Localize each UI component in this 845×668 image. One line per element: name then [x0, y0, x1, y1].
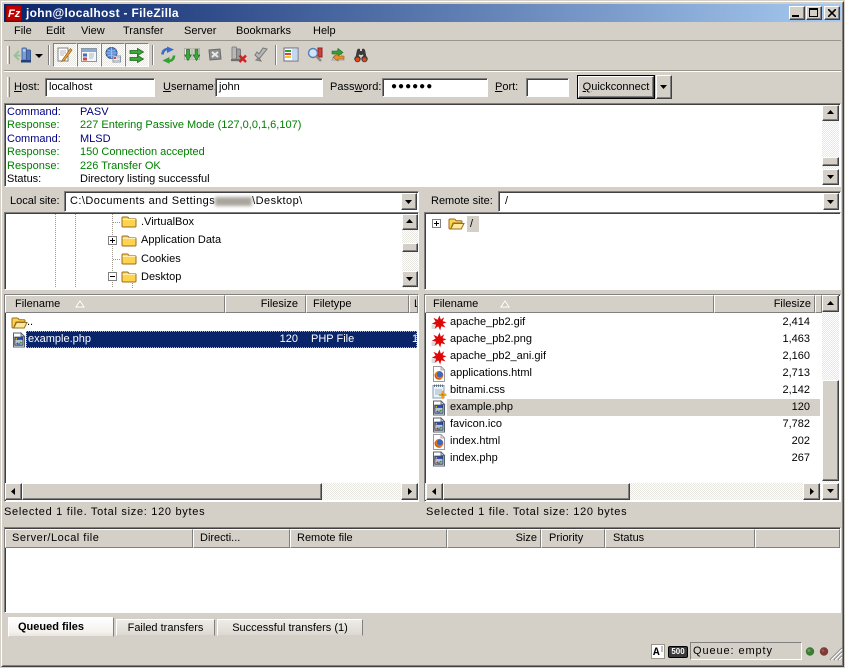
svg-text:A: A: [653, 647, 660, 659]
svg-text:Fz: Fz: [8, 8, 21, 20]
